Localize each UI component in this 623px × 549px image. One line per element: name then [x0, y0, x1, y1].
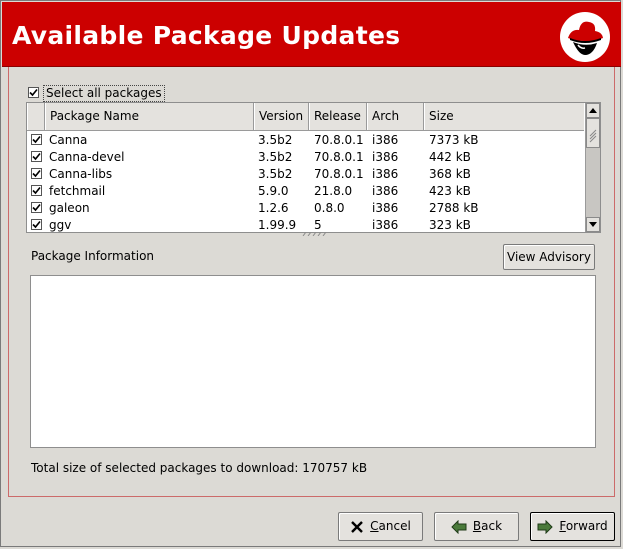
package-arch: i386 — [372, 218, 399, 232]
checkbox-icon[interactable] — [31, 151, 42, 162]
cancel-x-icon — [351, 520, 364, 533]
select-all-label: Select all packages — [43, 85, 165, 102]
pane-resize-grip-icon[interactable] — [301, 232, 327, 236]
checkbox-icon[interactable] — [31, 168, 42, 179]
page-title: Available Package Updates — [12, 21, 401, 50]
package-version: 3.5b2 — [258, 150, 293, 164]
dialog-window: Available Package Updates Select all pac… — [0, 0, 621, 547]
package-version: 1.2.6 — [258, 201, 289, 215]
package-size: 423 kB — [429, 184, 471, 198]
back-label: ack — [481, 519, 503, 533]
package-version: 5.9.0 — [258, 184, 289, 198]
cancel-mnemonic: C — [370, 519, 379, 533]
package-name: galeon — [49, 201, 90, 215]
column-header-arch[interactable]: Arch — [367, 103, 424, 130]
back-arrow-icon — [451, 519, 467, 534]
column-header-size[interactable]: Size — [424, 103, 584, 130]
forward-button[interactable]: Forward — [530, 512, 615, 541]
package-release: 5 — [314, 218, 322, 232]
redhat-logo-icon — [560, 12, 610, 62]
table-row[interactable]: fetchmail 5.9.0 21.8.0 i386 423 kB — [27, 183, 584, 200]
package-name: Canna — [49, 133, 88, 147]
package-version: 3.5b2 — [258, 167, 293, 181]
table-row[interactable]: Canna 3.5b2 70.8.0.1 i386 7373 kB — [27, 132, 584, 149]
header-banner: Available Package Updates — [2, 2, 621, 67]
package-arch: i386 — [372, 150, 399, 164]
checkbox-icon[interactable] — [28, 87, 39, 98]
cancel-button[interactable]: Cancel — [338, 512, 423, 541]
package-arch: i386 — [372, 201, 399, 215]
package-arch: i386 — [372, 167, 399, 181]
column-header-check[interactable] — [27, 103, 45, 130]
package-release: 21.8.0 — [314, 184, 353, 198]
total-size-text: Total size of selected packages to downl… — [31, 461, 368, 475]
view-advisory-button[interactable]: View Advisory — [503, 244, 595, 270]
back-mnemonic: B — [472, 519, 482, 533]
package-size: 323 kB — [429, 218, 471, 232]
table-row[interactable]: Canna-devel 3.5b2 70.8.0.1 i386 442 kB — [27, 149, 584, 166]
package-name: Canna-libs — [49, 167, 113, 181]
table-header: Package Name Version Release Arch Size — [27, 103, 584, 131]
package-version: 3.5b2 — [258, 133, 293, 147]
package-table: Package Name Version Release Arch Size C… — [26, 102, 601, 233]
package-size: 442 kB — [429, 150, 471, 164]
column-header-release[interactable]: Release — [309, 103, 367, 130]
table-row[interactable]: ggv 1.99.9 5 i386 323 kB — [27, 217, 584, 232]
package-name: ggv — [49, 218, 72, 232]
scroll-up-icon[interactable] — [586, 103, 600, 118]
package-release: 0.8.0 — [314, 201, 345, 215]
package-arch: i386 — [372, 184, 399, 198]
table-row[interactable]: Canna-libs 3.5b2 70.8.0.1 i386 368 kB — [27, 166, 584, 183]
package-information-label: Package Information — [31, 249, 155, 263]
package-name: fetchmail — [49, 184, 106, 198]
forward-label: orward — [565, 519, 608, 533]
package-arch: i386 — [372, 133, 399, 147]
scrollbar-thumb[interactable] — [586, 118, 600, 148]
checkbox-icon[interactable] — [31, 185, 42, 196]
column-header-name[interactable]: Package Name — [45, 103, 254, 130]
content-panel: Select all packages Package Name Version… — [8, 67, 615, 497]
table-row[interactable]: galeon 1.2.6 0.8.0 i386 2788 kB — [27, 200, 584, 217]
checkbox-icon[interactable] — [31, 219, 42, 230]
package-version: 1.99.9 — [258, 218, 297, 232]
package-release: 70.8.0.1 — [314, 133, 364, 147]
checkbox-icon[interactable] — [31, 134, 42, 145]
package-release: 70.8.0.1 — [314, 150, 364, 164]
package-size: 7373 kB — [429, 133, 479, 147]
package-release: 70.8.0.1 — [314, 167, 364, 181]
back-button[interactable]: Back — [434, 512, 519, 541]
package-size: 2788 kB — [429, 201, 479, 215]
checkbox-icon[interactable] — [31, 202, 42, 213]
cancel-label: ancel — [378, 519, 411, 533]
table-scrollbar[interactable] — [585, 103, 600, 232]
package-size: 368 kB — [429, 167, 471, 181]
package-information-box — [30, 275, 596, 448]
column-header-version[interactable]: Version — [254, 103, 309, 130]
scroll-down-icon[interactable] — [586, 217, 600, 232]
package-name: Canna-devel — [49, 150, 125, 164]
forward-arrow-icon — [537, 519, 554, 534]
